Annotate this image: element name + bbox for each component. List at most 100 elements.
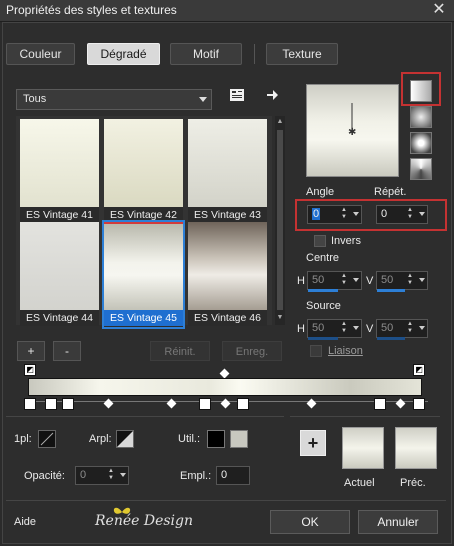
- opacity-stop-icon[interactable]: ◩: [413, 364, 425, 376]
- link-label: Liaison: [328, 345, 363, 357]
- gradient-label: ES Vintage 46: [188, 310, 267, 326]
- gradient-label: ES Vintage 45: [104, 310, 183, 326]
- linear-gradient-icon[interactable]: [410, 80, 432, 102]
- one-pl-label: 1pl:: [14, 433, 32, 445]
- source-v-label: V: [366, 323, 374, 335]
- gradient-bar[interactable]: [28, 378, 422, 396]
- opacity-input[interactable]: 0 ▲ ▼: [75, 466, 129, 485]
- help-link[interactable]: Aide: [14, 516, 36, 528]
- spin-arrows-icon[interactable]: ▲ ▼: [339, 321, 349, 336]
- repeat-value: 0: [381, 208, 388, 220]
- tab-motif[interactable]: Motif: [170, 43, 242, 65]
- spin-arrows-icon[interactable]: ▲ ▼: [405, 273, 415, 288]
- gradient-swatch-42[interactable]: ES Vintage 42: [104, 119, 183, 224]
- tab-couleur[interactable]: Couleur: [6, 43, 75, 65]
- gradient-preview-large[interactable]: ✱: [306, 84, 399, 177]
- invert-checkbox[interactable]: [314, 235, 326, 247]
- gradient-preview: [20, 222, 99, 310]
- reset-button[interactable]: Réinit.: [150, 341, 210, 361]
- spin-arrows-icon[interactable]: ▲ ▼: [339, 207, 349, 222]
- tab-texture[interactable]: Texture: [266, 43, 338, 65]
- color-stop[interactable]: [374, 398, 386, 410]
- center-v-slider[interactable]: [377, 289, 405, 292]
- util-color-black[interactable]: [207, 430, 225, 448]
- spin-arrows-icon[interactable]: ▲ ▼: [405, 321, 415, 336]
- gradient-swatch-46[interactable]: ES Vintage 46: [188, 222, 267, 327]
- chevron-down-icon[interactable]: [120, 473, 126, 477]
- source-h-value: 50: [312, 322, 325, 334]
- previous-preview[interactable]: [395, 427, 437, 469]
- chevron-down-icon[interactable]: [419, 326, 425, 330]
- arrow-right-icon[interactable]: [263, 88, 281, 106]
- chevron-down-icon[interactable]: [353, 212, 359, 216]
- color-stop[interactable]: [199, 398, 211, 410]
- empl-label: Empl.:: [180, 470, 212, 482]
- source-v-slider[interactable]: [377, 337, 405, 340]
- chevron-down-icon[interactable]: [419, 278, 425, 282]
- library-icon[interactable]: [228, 88, 246, 106]
- category-selected: Tous: [23, 93, 47, 105]
- scroll-thumb[interactable]: [277, 130, 283, 310]
- sunburst-gradient-icon[interactable]: [410, 158, 432, 180]
- source-h-slider[interactable]: [308, 337, 338, 340]
- center-v-label: V: [366, 275, 374, 287]
- source-v-value: 50: [381, 322, 394, 334]
- center-h-label: H: [297, 275, 305, 287]
- center-h-input[interactable]: 50 ▲ ▼: [307, 271, 362, 290]
- color-stop[interactable]: [24, 398, 36, 410]
- gradient-label: ES Vintage 41: [20, 207, 99, 223]
- center-h-slider[interactable]: [308, 289, 338, 292]
- color-stop[interactable]: [237, 398, 249, 410]
- add-gradient-button[interactable]: +: [17, 341, 45, 361]
- arpl-label: Arpl:: [89, 433, 112, 445]
- color-stop[interactable]: [413, 398, 425, 410]
- chevron-down-icon[interactable]: [353, 278, 359, 282]
- radial-gradient-icon[interactable]: [410, 132, 432, 154]
- current-preview[interactable]: [342, 427, 384, 469]
- util-color-gray[interactable]: [230, 430, 248, 448]
- tab-separator: [254, 44, 255, 64]
- title-bar: Propriétés des styles et textures ✕: [0, 0, 454, 22]
- center-v-input[interactable]: 50 ▲ ▼: [376, 271, 428, 290]
- spin-arrows-icon[interactable]: ▲ ▼: [339, 273, 349, 288]
- one-pl-swatch[interactable]: [38, 430, 56, 448]
- source-v-input[interactable]: 50 ▲ ▼: [376, 319, 428, 338]
- empl-value: 0: [221, 469, 228, 481]
- save-button[interactable]: Enreg.: [222, 341, 282, 361]
- link-checkbox[interactable]: [310, 345, 322, 357]
- gradient-swatch-45[interactable]: ES Vintage 45: [102, 220, 185, 329]
- angle-value: 0: [312, 208, 321, 220]
- empl-input[interactable]: 0: [216, 466, 250, 485]
- color-stop[interactable]: [45, 398, 57, 410]
- rectangular-gradient-icon[interactable]: [410, 106, 432, 128]
- remove-gradient-button[interactable]: -: [53, 341, 81, 361]
- chevron-down-icon[interactable]: [419, 212, 425, 216]
- invert-label: Invers: [331, 235, 361, 247]
- spin-arrows-icon[interactable]: ▲ ▼: [106, 468, 116, 483]
- window-title: Propriétés des styles et textures: [6, 3, 177, 17]
- gradient-preview: [188, 119, 267, 207]
- color-stop[interactable]: [62, 398, 74, 410]
- util-label: Util.:: [178, 433, 200, 445]
- spin-arrows-icon[interactable]: ▲ ▼: [405, 207, 415, 222]
- gradient-swatch-43[interactable]: ES Vintage 43: [188, 119, 267, 224]
- brand-logo: Renée Design: [95, 513, 194, 529]
- opacity-stop-icon[interactable]: ◩: [24, 364, 36, 376]
- chevron-down-icon: [199, 97, 207, 102]
- center-v-value: 50: [381, 274, 394, 286]
- cancel-button[interactable]: Annuler: [358, 510, 438, 534]
- gradient-swatch-44[interactable]: ES Vintage 44: [20, 222, 99, 327]
- chevron-down-icon[interactable]: [353, 326, 359, 330]
- tab-degrade[interactable]: Dégradé: [87, 43, 160, 65]
- scroll-down-icon[interactable]: ▼: [275, 313, 285, 323]
- close-icon[interactable]: ✕: [430, 1, 448, 19]
- arpl-swatch[interactable]: [116, 430, 134, 448]
- category-dropdown[interactable]: Tous: [16, 89, 212, 110]
- add-to-library-button[interactable]: +: [300, 430, 326, 456]
- gradient-swatch-41[interactable]: ES Vintage 41: [20, 119, 99, 224]
- source-h-input[interactable]: 50 ▲ ▼: [307, 319, 362, 338]
- repeat-input[interactable]: 0 ▲ ▼: [376, 205, 428, 224]
- scroll-up-icon[interactable]: ▲: [275, 117, 285, 127]
- angle-input[interactable]: 0 ▲ ▼: [307, 205, 362, 224]
- ok-button[interactable]: OK: [270, 510, 350, 534]
